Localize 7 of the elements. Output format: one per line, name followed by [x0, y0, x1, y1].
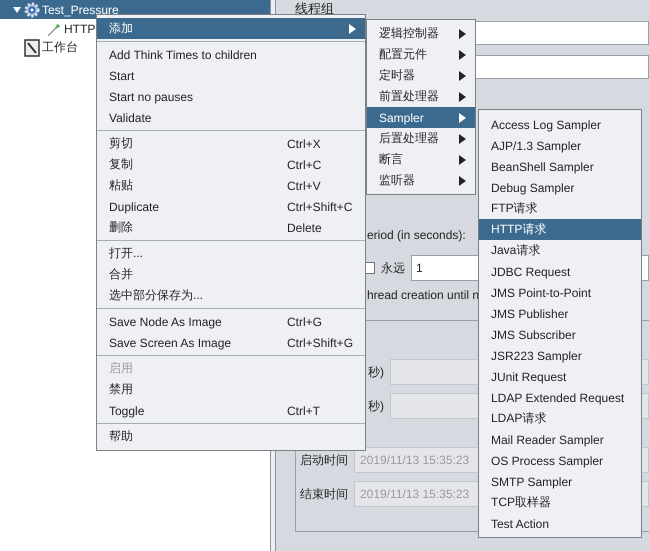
- ramp-up-label: eriod (in seconds):: [367, 228, 466, 242]
- delay-label: 秒): [368, 398, 384, 414]
- panel-title: 线程组: [295, 1, 335, 15]
- checkbox-label: 永远: [381, 260, 405, 276]
- end-time-label: 结束时间: [300, 486, 348, 502]
- duration-label: 秒): [368, 364, 384, 380]
- start-time-label: 启动时间: [300, 452, 348, 468]
